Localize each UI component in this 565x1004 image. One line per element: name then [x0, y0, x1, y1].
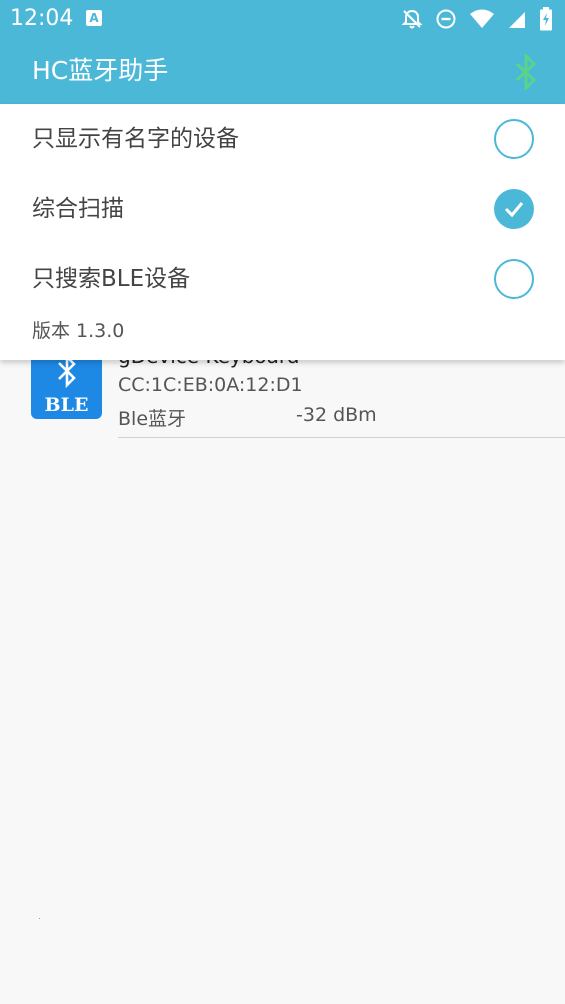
radio-checked[interactable]: [494, 189, 534, 229]
status-time: 12:04: [10, 6, 74, 31]
divider: [118, 437, 565, 438]
device-mac-address: CC:1C:EB:0A:12:D1: [118, 374, 303, 396]
wifi-icon: [470, 9, 494, 28]
status-icons: [401, 6, 553, 32]
menu-item-label: 只显示有名字的设备: [32, 126, 239, 152]
app-bar: HC蓝牙助手: [0, 38, 565, 104]
app-notification-icon: A: [86, 10, 102, 26]
menu-item-label: 只搜索BLE设备: [32, 266, 191, 292]
app-title: HC蓝牙助手: [32, 56, 169, 85]
status-bar: 12:04 A: [0, 0, 565, 38]
device-rssi: -32 dBm: [296, 404, 377, 426]
menu-item-label: 综合扫描: [32, 196, 124, 222]
screen: BLE gDevice Keyboard CC:1C:EB:0A:12:D1 B…: [0, 0, 565, 1004]
options-menu: 只显示有名字的设备 综合扫描 只搜索BLE设备 版本 1.3.0: [0, 104, 565, 360]
version-label: 版本 1.3.0: [32, 320, 125, 342]
cellular-signal-icon: [509, 12, 525, 28]
menu-item-ble-only[interactable]: 只搜索BLE设备: [0, 244, 565, 314]
do-not-disturb-icon: [436, 9, 456, 29]
radio-unchecked[interactable]: [494, 259, 534, 299]
battery-charging-icon: [540, 7, 552, 31]
device-type: Ble蓝牙: [118, 408, 187, 430]
ble-logo-icon: BLE: [31, 350, 102, 419]
radio-unchecked[interactable]: [494, 119, 534, 159]
bluetooth-button[interactable]: [511, 52, 541, 92]
dot: [39, 918, 40, 919]
menu-item-combined-scan[interactable]: 综合扫描: [0, 174, 565, 244]
menu-item-named-devices-only[interactable]: 只显示有名字的设备: [0, 104, 565, 174]
notifications-off-icon: [401, 9, 423, 29]
bluetooth-icon: [515, 52, 537, 92]
checkmark-icon: [504, 202, 524, 218]
ble-logo-text: BLE: [44, 394, 89, 416]
